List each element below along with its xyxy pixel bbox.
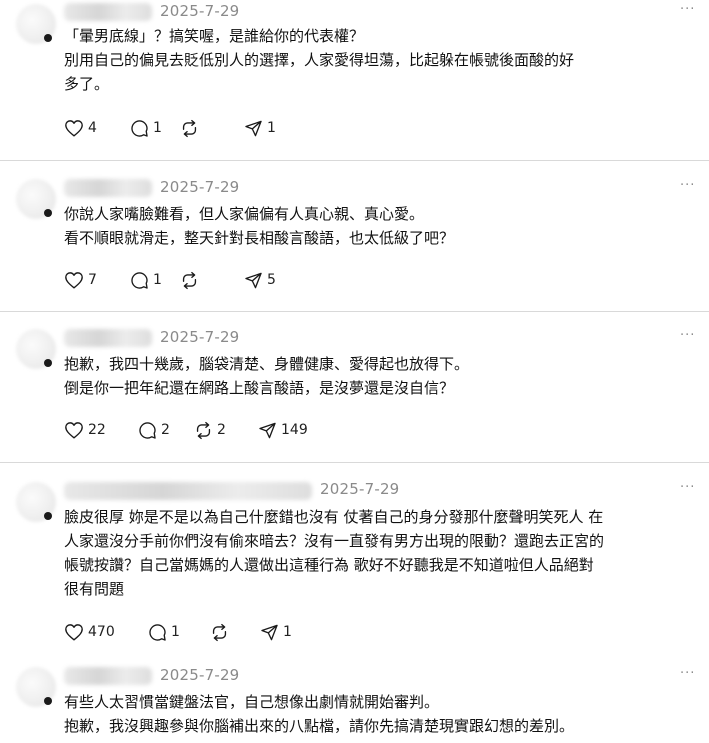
share-count: 1 xyxy=(283,624,292,640)
post-text-line: 「暈男底線」？搞笑喔，是誰給你的代表權？ xyxy=(64,27,365,45)
reply-count: 2 xyxy=(161,422,170,438)
repost-icon xyxy=(212,623,227,641)
repost-icon xyxy=(182,271,197,289)
comment-icon xyxy=(139,421,156,439)
reply-count: 1 xyxy=(153,120,162,136)
divider xyxy=(0,462,709,463)
repost-button[interactable]: 2 xyxy=(194,421,258,440)
post-text-line: 人家還沒分手前你們沒有偷來暗去？沒有一直發有男方出現的限動？還跑去正宮的 xyxy=(64,532,605,550)
share-button[interactable]: 5 xyxy=(244,271,276,290)
heart-icon xyxy=(65,422,83,439)
heart-icon xyxy=(65,624,83,641)
follow-badge-icon xyxy=(44,697,52,705)
repost-count: 2 xyxy=(217,422,226,438)
reply-count: 1 xyxy=(171,624,180,640)
username-blurred[interactable] xyxy=(64,179,152,197)
like-count: 22 xyxy=(88,422,106,438)
post-actions: 470 1 1 xyxy=(64,620,292,644)
follow-badge-icon xyxy=(44,512,52,520)
share-count: 5 xyxy=(267,272,276,288)
like-button[interactable]: 4 xyxy=(64,119,130,137)
send-icon xyxy=(259,422,276,438)
more-options-icon[interactable]: ··· xyxy=(680,480,695,495)
post-text: 你說人家嘴臉難看，但人家偏偏有人真心親、真心愛。 看不順眼就滑走，整天針對長相酸… xyxy=(64,202,694,250)
more-options-icon[interactable]: ··· xyxy=(680,666,695,681)
post-actions: 7 1 5 xyxy=(64,268,276,292)
like-count: 4 xyxy=(88,120,97,136)
heart-icon xyxy=(65,120,83,137)
share-button[interactable]: 1 xyxy=(260,623,292,642)
like-button[interactable]: 22 xyxy=(64,421,138,439)
share-count: 149 xyxy=(281,422,308,438)
send-icon xyxy=(245,120,262,136)
heart-icon xyxy=(65,272,83,289)
post-text-line: 倒是你一把年紀還在網路上酸言酸語，是沒夢還是沒自信？ xyxy=(64,379,455,397)
post-actions: 22 2 2 149 xyxy=(64,418,308,442)
more-options-icon[interactable]: ··· xyxy=(680,178,695,193)
share-button[interactable]: 1 xyxy=(244,119,276,138)
like-count: 7 xyxy=(88,272,97,288)
post-text-line: 你說人家嘴臉難看，但人家偏偏有人真心親、真心愛。 xyxy=(64,205,425,223)
reply-feed: 2025-7-29 ··· 「暈男底線」？搞笑喔，是誰給你的代表權？ 別用自己的… xyxy=(0,0,709,743)
post-date: 2025-7-29 xyxy=(160,666,240,684)
repost-button[interactable] xyxy=(180,271,244,290)
reply-button[interactable]: 1 xyxy=(148,623,210,642)
send-icon xyxy=(245,272,262,288)
post-text: 有些人太習慣當鍵盤法官，自己想像出劇情就開始審判。 抱歉，我沒興趣參與你腦補出來… xyxy=(64,690,694,738)
post-text-line: 抱歉，我四十幾歲，腦袋清楚、身體健康、愛得起也放得下。 xyxy=(64,355,470,373)
more-options-icon[interactable]: ··· xyxy=(680,328,695,343)
username-blurred[interactable] xyxy=(64,482,312,500)
reply-count: 1 xyxy=(153,272,162,288)
post-actions: 4 1 1 xyxy=(64,116,276,140)
post-date: 2025-7-29 xyxy=(160,178,240,196)
follow-badge-icon xyxy=(44,359,52,367)
post-text-line: 臉皮很厚 妳是不是以為自己什麼錯也沒有 仗著自己的身分發那什麼聲明笑死人 在 xyxy=(64,508,604,526)
username-blurred[interactable] xyxy=(64,329,152,347)
send-icon xyxy=(261,624,278,640)
like-count: 470 xyxy=(88,624,115,640)
follow-badge-icon xyxy=(44,209,52,217)
post-text-line: 多了。 xyxy=(64,75,110,93)
post-date: 2025-7-29 xyxy=(320,480,400,498)
like-button[interactable]: 470 xyxy=(64,623,148,641)
post-text-line: 很有問題 xyxy=(64,580,125,598)
like-button[interactable]: 7 xyxy=(64,271,130,289)
divider xyxy=(0,311,709,312)
more-options-icon[interactable]: ··· xyxy=(680,2,695,17)
post-text-line: 抱歉，我沒興趣參與你腦補出來的八點檔，請你先搞清楚現實跟幻想的差別。 xyxy=(64,717,575,735)
repost-button[interactable] xyxy=(210,623,260,642)
post-text-line: 帳號按讚？自己當媽媽的人還做出這種行為 歌好不好聽我是不知道啦但人品絕對 xyxy=(64,556,594,574)
post-text: 「暈男底線」？搞笑喔，是誰給你的代表權？ 別用自己的偏見去貶低別人的選擇，人家愛… xyxy=(64,24,694,96)
username-blurred[interactable] xyxy=(64,3,152,21)
post-date: 2025-7-29 xyxy=(160,328,240,346)
follow-badge-icon xyxy=(44,34,52,42)
post-text: 臉皮很厚 妳是不是以為自己什麼錯也沒有 仗著自己的身分發那什麼聲明笑死人 在 人… xyxy=(64,505,694,601)
repost-icon xyxy=(196,421,211,439)
reply-button[interactable]: 2 xyxy=(138,421,194,440)
post-text: 抱歉，我四十幾歲，腦袋清楚、身體健康、愛得起也放得下。 倒是你一把年紀還在網路上… xyxy=(64,352,694,400)
repost-button[interactable] xyxy=(180,119,244,138)
share-count: 1 xyxy=(267,120,276,136)
divider xyxy=(0,160,709,161)
share-button[interactable]: 149 xyxy=(258,421,308,440)
post-text-line: 別用自己的偏見去貶低別人的選擇，人家愛得坦蕩，比起躲在帳號後面酸的好 xyxy=(64,51,575,69)
post-date: 2025-7-29 xyxy=(160,2,240,20)
comment-icon xyxy=(131,271,148,289)
repost-icon xyxy=(182,119,197,137)
comment-icon xyxy=(131,119,148,137)
post-text-line: 看不順眼就滑走，整天針對長相酸言酸語，也太低級了吧？ xyxy=(64,229,455,247)
post-text-line: 有些人太習慣當鍵盤法官，自己想像出劇情就開始審判。 xyxy=(64,693,440,711)
reply-button[interactable]: 1 xyxy=(130,271,180,290)
username-blurred[interactable] xyxy=(64,667,152,685)
reply-button[interactable]: 1 xyxy=(130,119,180,138)
comment-icon xyxy=(149,623,166,641)
